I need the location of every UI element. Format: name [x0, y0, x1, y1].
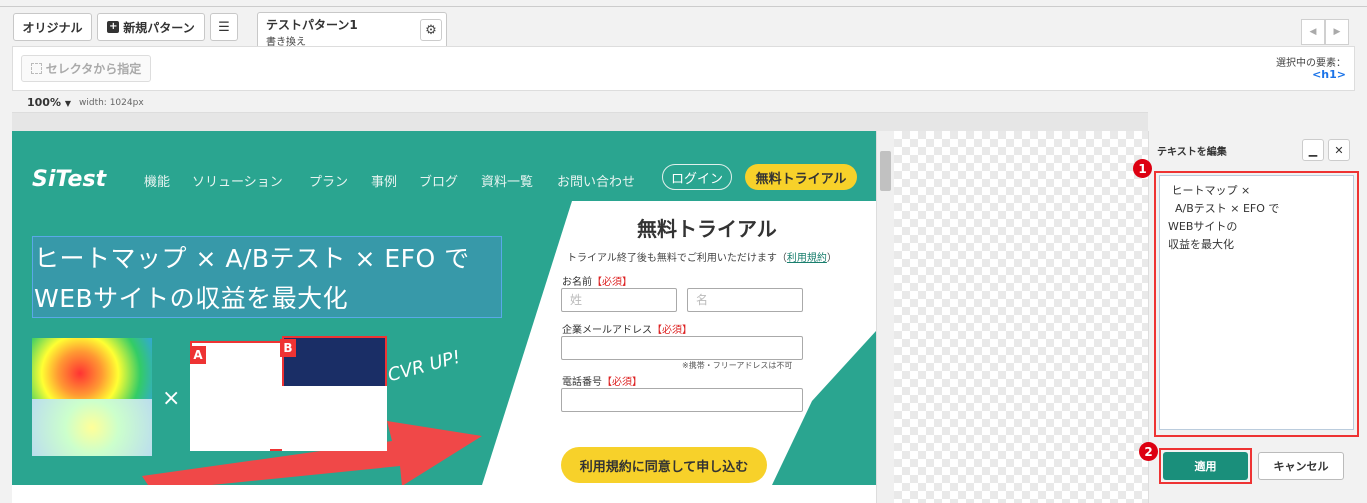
hero-heading-line2[interactable]: WEBサイトの収益を最大化: [34, 279, 348, 315]
name-label: お名前【必須】: [562, 273, 632, 288]
zoom-dropdown[interactable]: 100% ▼: [27, 96, 71, 109]
terms-link[interactable]: 利用規約: [787, 253, 827, 264]
form-note: トライアル終了後も無料でご利用いただけます（利用規約）: [567, 249, 837, 264]
email-label: 企業メールアドレス【必須】: [562, 321, 692, 336]
transparent-area: [894, 131, 1148, 503]
scrollbar-thumb[interactable]: [880, 151, 891, 191]
minimize-button[interactable]: ▁: [1302, 139, 1324, 161]
top-toolbar: オリジナル + 新規パターン ☰ テストパターン1 書き換え ⚙ ◀ ▶: [0, 6, 1367, 48]
site-logo[interactable]: SiTest: [32, 167, 106, 192]
caret-down-icon: ▼: [64, 99, 71, 108]
new-pattern-button[interactable]: + 新規パターン: [97, 13, 205, 41]
site-nav-documents[interactable]: 資料一覧: [481, 171, 533, 190]
close-button[interactable]: ✕: [1328, 139, 1350, 161]
email-input[interactable]: [561, 336, 803, 360]
site-nav-contact[interactable]: お問い合わせ: [557, 171, 635, 190]
pattern-settings-button[interactable]: ⚙: [420, 19, 442, 41]
zoom-value: 100%: [27, 96, 61, 109]
hero-heading-line1[interactable]: ヒートマップ × A/Bテスト × EFO で: [34, 239, 470, 275]
step-badge-1: 1: [1133, 159, 1152, 178]
email-label-text: 企業メールアドレス: [562, 325, 652, 336]
form-note-suffix: ）: [826, 253, 837, 264]
minimize-icon: ▁: [1308, 143, 1318, 157]
viewport-width: width: 1024px: [79, 98, 144, 108]
selected-element-label: 選択中の要素：: [1276, 58, 1346, 69]
site-trial-button[interactable]: 無料トライアル: [745, 164, 857, 190]
phone-label-text: 電話番号: [562, 377, 602, 388]
required-mark: 【必須】: [602, 377, 642, 388]
plus-square-icon: +: [107, 21, 120, 33]
site-nav-solutions[interactable]: ソリューション: [192, 171, 283, 190]
site-nav-cases[interactable]: 事例: [371, 171, 397, 190]
original-button[interactable]: オリジナル: [13, 13, 92, 41]
site-nav-features[interactable]: 機能: [144, 171, 170, 190]
scroll-left-button[interactable]: ◀: [1301, 19, 1325, 45]
submit-button[interactable]: 利用規約に同意して申し込む: [561, 447, 767, 483]
page-preview[interactable]: SiTest 機能 ソリューション プラン 事例 ブログ 資料一覧 お問い合わせ…: [12, 131, 876, 485]
selected-element-value: <h1>: [1312, 68, 1346, 81]
last-name-input[interactable]: 姓: [561, 288, 677, 312]
gear-icon: ⚙: [425, 22, 437, 38]
pattern-name: テストパターン1: [266, 18, 358, 32]
chevron-left-icon: ◀: [1309, 27, 1317, 37]
email-note: ※携帯・フリーアドレスは不可: [682, 361, 793, 370]
pattern-b-content: [282, 386, 387, 451]
text-edit-textarea[interactable]: ヒートマップ × A/Bテスト × EFO で WEBサイトの 収益を最大化: [1159, 175, 1354, 430]
list-icon: ☰: [218, 19, 230, 35]
preview-below: [12, 485, 876, 503]
form-note-prefix: トライアル終了後も無料でご利用いただけます（: [567, 253, 787, 264]
name-label-text: お名前: [562, 277, 592, 288]
ruler: [12, 112, 1148, 131]
phone-input[interactable]: [561, 388, 803, 412]
chevron-right-icon: ▶: [1333, 27, 1341, 37]
heatmap-image-lower: [32, 399, 152, 456]
text-edit-panel: テキストを編集 ▁ ✕ 1 ヒートマップ × A/Bテスト × EFO で WE…: [1133, 131, 1367, 503]
site-nav-plans[interactable]: プラン: [309, 171, 348, 190]
edit-panel-title: テキストを編集: [1157, 147, 1227, 158]
pattern-a-content: [190, 361, 270, 451]
close-icon: ✕: [1334, 143, 1344, 157]
selection-frame-icon: [30, 63, 42, 74]
original-label: オリジナル: [22, 20, 83, 35]
required-mark: 【必須】: [592, 277, 632, 288]
site-nav-blog[interactable]: ブログ: [419, 171, 458, 190]
pattern-b-tag: B: [280, 339, 296, 357]
cancel-button[interactable]: キャンセル: [1258, 452, 1344, 480]
selector-button-label: セレクタから指定: [45, 62, 142, 76]
list-button[interactable]: ☰: [210, 13, 238, 41]
pattern-tab[interactable]: テストパターン1 書き換え ⚙: [257, 12, 447, 48]
required-mark: 【必須】: [652, 325, 692, 336]
first-name-input[interactable]: 名: [687, 288, 803, 312]
scroll-right-button[interactable]: ▶: [1325, 19, 1349, 45]
form-title: 無料トライアル: [637, 217, 777, 241]
select-by-selector-button[interactable]: セレクタから指定: [21, 55, 151, 82]
selector-bar: セレクタから指定 選択中の要素： <h1>: [12, 46, 1355, 91]
step-badge-2: 2: [1139, 442, 1158, 461]
preview-scrollbar[interactable]: [876, 131, 894, 503]
apply-button[interactable]: 適用: [1163, 452, 1248, 480]
new-pattern-label: 新規パターン: [123, 20, 195, 35]
pattern-a-tag: A: [190, 346, 206, 364]
site-login-button[interactable]: ログイン: [662, 164, 732, 190]
phone-label: 電話番号【必須】: [562, 373, 642, 388]
